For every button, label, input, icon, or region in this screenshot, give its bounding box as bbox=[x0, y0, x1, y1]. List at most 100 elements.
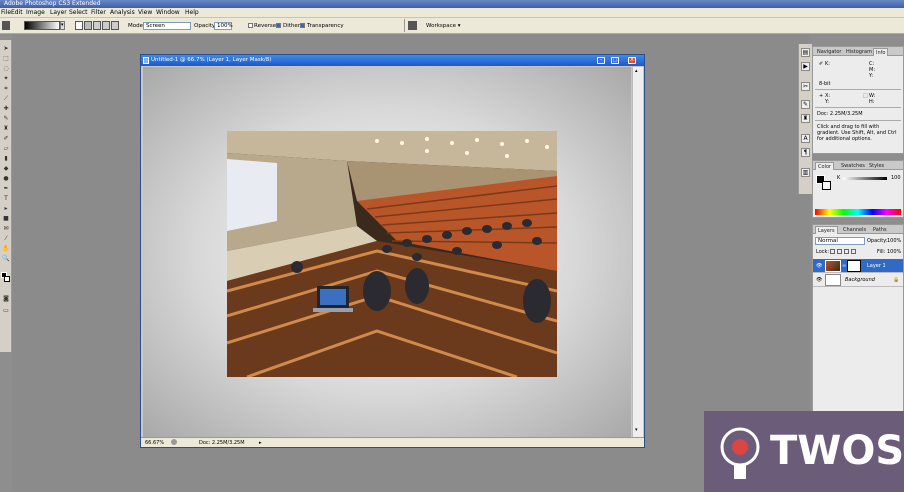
color-k-value[interactable]: 100 bbox=[891, 175, 901, 181]
clone-source-icon[interactable]: ♜ bbox=[801, 114, 810, 123]
layer-row[interactable]: 👁 Background 🔒 bbox=[813, 273, 903, 287]
background-color-swatch[interactable] bbox=[4, 276, 10, 282]
actions-icon[interactable]: ▶ bbox=[801, 62, 810, 71]
opacity-input[interactable]: 100% bbox=[214, 22, 233, 30]
chevron-down-icon[interactable]: ▾ bbox=[60, 21, 65, 30]
maximize-button[interactable]: □ bbox=[611, 57, 619, 64]
blur-tool-icon[interactable]: ◆ bbox=[2, 166, 10, 172]
workspace-button[interactable]: Workspace ▾ bbox=[426, 22, 461, 30]
menu-help[interactable]: Help bbox=[185, 9, 199, 17]
slice-tool-icon[interactable]: ⟋ bbox=[2, 96, 10, 102]
type-tool-icon[interactable]: T bbox=[2, 196, 10, 202]
tab-navigator[interactable]: Navigator bbox=[815, 48, 843, 56]
menu-layer[interactable]: Layer bbox=[50, 9, 67, 17]
hand-tool-icon[interactable]: ✋ bbox=[2, 246, 10, 252]
zoom-level[interactable]: 66.67% bbox=[145, 438, 164, 448]
minimize-button[interactable]: – bbox=[597, 57, 605, 64]
eye-icon[interactable]: 👁 bbox=[816, 263, 822, 269]
dither-label: Dither bbox=[283, 23, 301, 29]
crop-tool-icon[interactable]: ⌗ bbox=[2, 86, 10, 92]
tab-channels[interactable]: Channels bbox=[841, 226, 868, 234]
close-button[interactable]: × bbox=[628, 57, 636, 64]
reverse-checkbox[interactable] bbox=[248, 23, 253, 28]
document-canvas[interactable] bbox=[143, 67, 631, 437]
tool-presets-icon[interactable]: ✂ bbox=[801, 82, 810, 91]
layer-name[interactable]: Layer 1 bbox=[867, 263, 886, 269]
path-selection-tool-icon[interactable]: ▸ bbox=[2, 206, 10, 212]
vertical-scrollbar[interactable]: ▴ ▾ bbox=[632, 67, 643, 437]
menu-file[interactable]: File bbox=[1, 9, 11, 17]
layer-name[interactable]: Background bbox=[845, 277, 875, 283]
scroll-down-icon[interactable]: ▾ bbox=[635, 427, 638, 433]
lock-pixels-icon[interactable] bbox=[837, 249, 842, 254]
mode-select[interactable]: Screen bbox=[143, 22, 191, 30]
tab-histogram[interactable]: Histogram bbox=[844, 48, 874, 56]
transparency-checkbox[interactable] bbox=[300, 23, 305, 28]
menu-window[interactable]: Window bbox=[156, 9, 180, 17]
radial-gradient-button[interactable] bbox=[84, 21, 92, 30]
clone-stamp-tool-icon[interactable]: ♜ bbox=[2, 126, 10, 132]
tab-paths[interactable]: Paths bbox=[871, 226, 889, 234]
menu-filter[interactable]: Filter bbox=[91, 9, 106, 17]
tab-swatches[interactable]: Swatches bbox=[839, 162, 867, 170]
history-icon[interactable]: ▤ bbox=[801, 48, 810, 57]
scroll-up-icon[interactable]: ▴ bbox=[635, 68, 638, 74]
brushes-icon[interactable]: ✎ bbox=[801, 100, 810, 109]
layer-row[interactable]: 👁 ∞ Layer 1 bbox=[813, 259, 903, 273]
notes-tool-icon[interactable]: ✉ bbox=[2, 226, 10, 232]
history-brush-tool-icon[interactable]: ✐ bbox=[2, 136, 10, 142]
gradient-picker[interactable] bbox=[24, 21, 60, 30]
size-icon: ⬚ bbox=[863, 93, 868, 99]
angle-gradient-button[interactable] bbox=[93, 21, 101, 30]
status-icon[interactable] bbox=[171, 439, 177, 445]
gradient-tool-icon[interactable] bbox=[2, 21, 10, 30]
move-tool-icon[interactable]: ➤ bbox=[2, 46, 10, 52]
gradient-tool-icon[interactable]: ▮ bbox=[2, 156, 10, 162]
info-y-label: Y: bbox=[869, 73, 874, 79]
blend-mode-select[interactable]: Normal bbox=[815, 237, 865, 245]
diamond-gradient-button[interactable] bbox=[111, 21, 119, 30]
eye-icon[interactable]: 👁 bbox=[816, 277, 822, 283]
menu-edit[interactable]: Edit bbox=[11, 9, 23, 17]
character-icon[interactable]: A bbox=[801, 134, 810, 143]
layer-mask-thumbnail[interactable] bbox=[847, 260, 861, 272]
menu-image[interactable]: Image bbox=[26, 9, 45, 17]
lock-transparency-icon[interactable] bbox=[830, 249, 835, 254]
tab-color[interactable]: Color bbox=[815, 162, 835, 170]
lock-position-icon[interactable] bbox=[844, 249, 849, 254]
magic-wand-tool-icon[interactable]: ✦ bbox=[2, 76, 10, 82]
paragraph-icon[interactable]: ¶ bbox=[801, 148, 810, 157]
eraser-tool-icon[interactable]: ▱ bbox=[2, 146, 10, 152]
color-spectrum-bar[interactable] bbox=[815, 209, 901, 215]
menu-analysis[interactable]: Analysis bbox=[110, 9, 135, 17]
tab-layers[interactable]: Layers bbox=[815, 226, 838, 234]
bridge-icon[interactable] bbox=[408, 21, 417, 30]
dodge-tool-icon[interactable]: ● bbox=[2, 176, 10, 182]
document-title-bar[interactable]: Untitled-1 @ 66.7% (Layer 1, Layer Mask/… bbox=[141, 55, 644, 66]
layer-comps-icon[interactable]: ▥ bbox=[801, 168, 810, 177]
linear-gradient-button[interactable] bbox=[75, 21, 83, 30]
layer-opacity-value[interactable]: 100% bbox=[887, 238, 901, 244]
fill-value[interactable]: 100% bbox=[887, 249, 901, 255]
tab-info[interactable]: Info bbox=[873, 48, 889, 56]
menu-select[interactable]: Select bbox=[69, 9, 88, 17]
lasso-tool-icon[interactable]: ◌ bbox=[2, 66, 10, 72]
healing-brush-tool-icon[interactable]: ✚ bbox=[2, 106, 10, 112]
eyedropper-tool-icon[interactable]: ⁄ bbox=[2, 236, 10, 242]
pen-tool-icon[interactable]: ✒ bbox=[2, 186, 10, 192]
screen-mode-icon[interactable]: ▭ bbox=[2, 308, 10, 314]
menu-view[interactable]: View bbox=[138, 9, 152, 17]
reflected-gradient-button[interactable] bbox=[102, 21, 110, 30]
background-color-swatch[interactable] bbox=[822, 181, 831, 190]
dither-checkbox[interactable] bbox=[276, 23, 281, 28]
shape-tool-icon[interactable]: ■ bbox=[2, 216, 10, 222]
brush-tool-icon[interactable]: ✎ bbox=[2, 116, 10, 122]
k-slider[interactable] bbox=[843, 177, 887, 180]
quick-mask-icon[interactable]: ◙ bbox=[2, 296, 10, 302]
marquee-tool-icon[interactable]: ⬚ bbox=[2, 56, 10, 62]
status-menu-icon[interactable]: ▸ bbox=[259, 438, 262, 448]
chain-icon[interactable]: ∞ bbox=[842, 263, 846, 269]
lock-all-icon[interactable] bbox=[851, 249, 856, 254]
tab-styles[interactable]: Styles bbox=[867, 162, 886, 170]
zoom-tool-icon[interactable]: 🔍 bbox=[2, 256, 10, 262]
